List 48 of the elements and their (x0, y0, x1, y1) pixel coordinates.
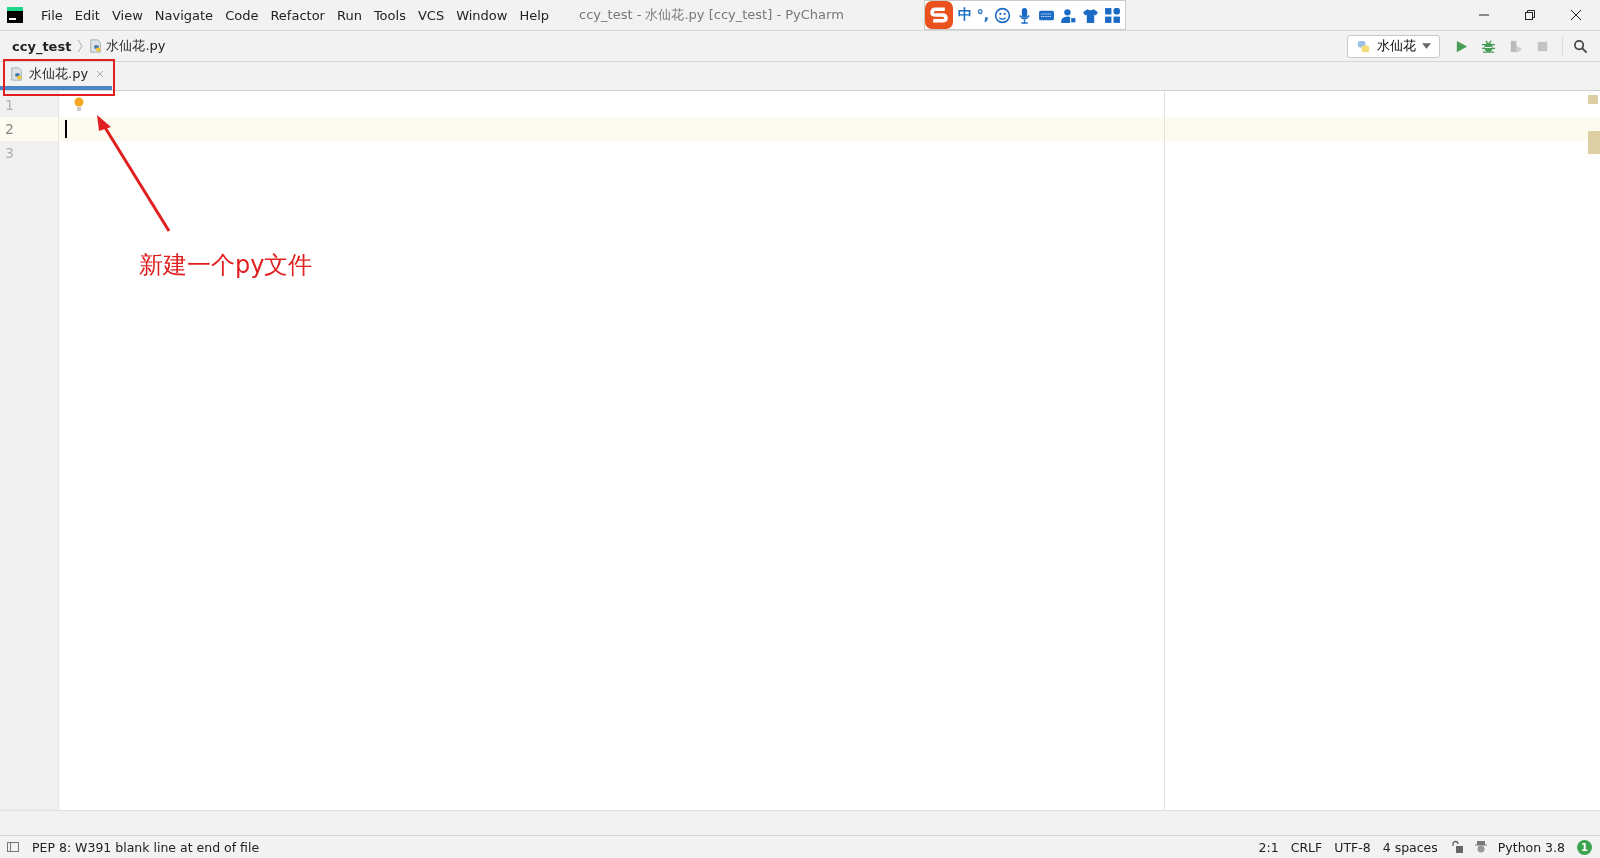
user-icon[interactable] (1060, 6, 1078, 24)
inspector-icon[interactable] (1473, 840, 1488, 854)
ime-punctuation[interactable]: °, (976, 7, 990, 23)
menu-item[interactable]: Run (330, 7, 368, 23)
lock-icon[interactable] (1449, 840, 1464, 854)
shirt-icon[interactable] (1082, 6, 1100, 24)
annotation-caption: 新建一个py文件 (139, 250, 313, 281)
run-configuration-dropdown[interactable]: 水仙花 (1347, 34, 1440, 58)
menu-item[interactable]: Code (219, 7, 265, 23)
caret-icon (1422, 43, 1431, 49)
menu-item[interactable]: Tools (367, 7, 412, 23)
run-icon[interactable] (1454, 38, 1469, 54)
smiley-icon[interactable] (994, 6, 1012, 24)
panel-toggle-icon[interactable] (6, 840, 20, 854)
line-number: 2 (0, 117, 58, 141)
breadcrumb-project[interactable]: ccy_test (12, 38, 72, 54)
menu-item[interactable]: Help (513, 7, 556, 23)
app-logo-icon (7, 7, 23, 23)
menu-item[interactable]: View (105, 7, 149, 23)
close-icon[interactable] (1570, 9, 1582, 21)
ime-language[interactable]: 中 (957, 6, 972, 24)
line-number: 3 (4, 144, 15, 163)
python-icon (1356, 38, 1371, 54)
line-number: 1 (4, 96, 15, 115)
menu-item[interactable]: VCS (411, 7, 451, 23)
restore-icon[interactable] (1524, 9, 1536, 21)
status-item[interactable]: CRLF (1290, 839, 1323, 855)
window-title: ccy_test - 水仙花.py [ccy_test] - PyCharm (579, 6, 844, 24)
python-file-icon (10, 67, 24, 81)
warning-marker[interactable] (1588, 95, 1598, 104)
status-item[interactable]: 2:1 (1258, 839, 1279, 855)
search-icon[interactable] (1573, 38, 1588, 54)
python-file-icon (89, 39, 104, 53)
status-message: PEP 8: W391 blank line at end of file (32, 839, 260, 855)
menu-item[interactable]: Refactor (264, 7, 331, 23)
chevron-icon (77, 39, 84, 53)
menu-item[interactable]: Navigate (148, 7, 220, 23)
python-interpreter[interactable]: Python 3.8 (1497, 839, 1565, 855)
scroll-marker[interactable] (1588, 131, 1600, 154)
menu-item[interactable]: File (35, 7, 69, 23)
status-item[interactable]: UTF-8 (1334, 839, 1371, 855)
grid-icon[interactable] (1104, 6, 1122, 24)
bug-icon[interactable] (1481, 38, 1496, 54)
menu-item[interactable]: Edit (68, 7, 106, 23)
status-item[interactable]: 4 spaces (1382, 839, 1438, 855)
breadcrumb-file[interactable]: 水仙花.py (106, 37, 166, 55)
text-cursor (65, 120, 67, 138)
menu-item[interactable]: Window (450, 7, 514, 23)
